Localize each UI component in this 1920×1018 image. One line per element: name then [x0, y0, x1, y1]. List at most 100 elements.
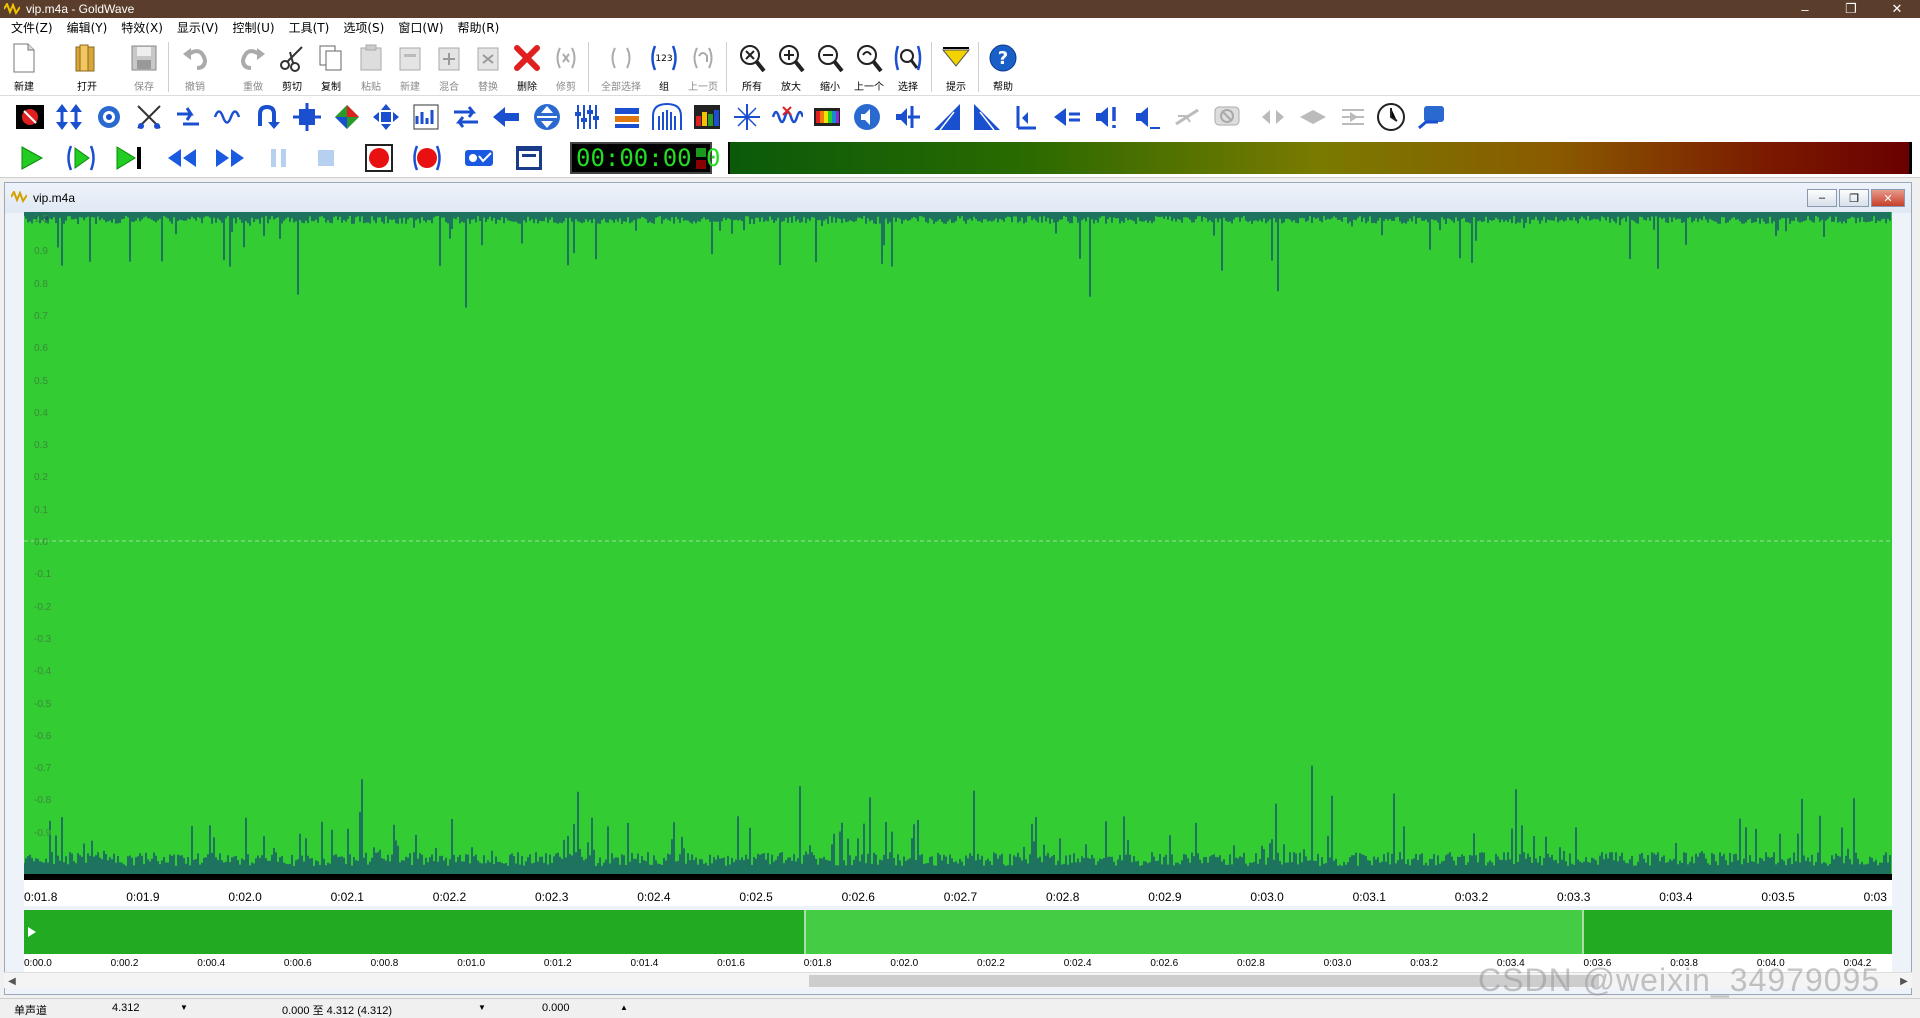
- hint-button[interactable]: 提示: [937, 42, 975, 94]
- expander-icon[interactable]: [370, 101, 402, 133]
- previous-page-button[interactable]: 上一页: [684, 42, 722, 94]
- menu-effects[interactable]: 特效(X): [114, 18, 170, 38]
- speaker-volume-icon[interactable]: [851, 101, 883, 133]
- overview-waveform[interactable]: [24, 910, 1892, 954]
- document-minimize-button[interactable]: –: [1807, 189, 1837, 207]
- doppler-wave-icon[interactable]: [212, 101, 244, 133]
- new-button[interactable]: 新建: [5, 42, 43, 94]
- cue-points-icon[interactable]: [1415, 101, 1447, 133]
- menu-view[interactable]: 显示(V): [170, 18, 226, 38]
- redo-button[interactable]: 重做: [234, 42, 272, 94]
- menu-options[interactable]: 选项(S): [336, 18, 391, 38]
- time-ruler[interactable]: 0:01.8 0:01.9 0:02.0 0:02.1 0:02.2 0:02.3 0:02…: [24, 874, 1892, 906]
- time-warp-icon[interactable]: [172, 101, 204, 133]
- clock-icon[interactable]: [1375, 101, 1407, 133]
- overview-tick-label: 0:00.4: [197, 958, 226, 969]
- cut-marker-icon[interactable]: [133, 101, 165, 133]
- volume-decrease-icon[interactable]: [1051, 101, 1083, 133]
- length-dropdown-icon[interactable]: ▼: [180, 1003, 188, 1012]
- control-properties-icon[interactable]: [512, 142, 546, 174]
- record-icon[interactable]: [362, 142, 396, 174]
- save-disk-icon: [128, 42, 160, 74]
- help-button[interactable]: ? 帮助: [984, 42, 1022, 94]
- stop-icon[interactable]: [309, 142, 343, 174]
- menu-file[interactable]: 文件(Z): [4, 18, 60, 38]
- range-dropdown-icon[interactable]: ▼: [478, 1003, 486, 1012]
- cut-button[interactable]: 剪切: [273, 42, 311, 94]
- stretch-disabled-icon[interactable]: [1297, 101, 1329, 133]
- compressor-icon[interactable]: [291, 101, 323, 133]
- playback-rate-disabled-icon[interactable]: [1337, 101, 1369, 133]
- menu-window[interactable]: 窗口(W): [391, 18, 450, 38]
- minimize-button[interactable]: –: [1782, 0, 1828, 18]
- group-button[interactable]: 123 组: [645, 42, 683, 94]
- position-up-icon[interactable]: ▲: [620, 1003, 628, 1012]
- channel-swap-icon[interactable]: [450, 101, 482, 133]
- zoom-all-button[interactable]: 所有: [733, 42, 771, 94]
- reverse-icon[interactable]: [251, 101, 283, 133]
- document-maximize-button[interactable]: ❐: [1839, 189, 1869, 207]
- overview-tick-label: 0:01.4: [630, 958, 659, 969]
- level-meter: [728, 142, 1912, 174]
- volume-updown-icon[interactable]: [53, 101, 85, 133]
- fade-in-icon[interactable]: [931, 101, 963, 133]
- waveform-display[interactable]: [24, 212, 1892, 874]
- equalizer-graph-icon[interactable]: [410, 101, 442, 133]
- select-all-button[interactable]: 全部选择: [599, 42, 643, 94]
- flanger-icon[interactable]: [331, 101, 363, 133]
- play-to-end-icon[interactable]: [112, 142, 146, 174]
- filter-disabled-icon[interactable]: [1211, 101, 1243, 133]
- zoom-previous-button[interactable]: 上一个: [850, 42, 888, 94]
- document-close-button[interactable]: ✕: [1871, 189, 1905, 207]
- volume-max-icon[interactable]: [1091, 101, 1123, 133]
- fade-out-icon[interactable]: [971, 101, 1003, 133]
- pan-icon[interactable]: [611, 101, 643, 133]
- offset-left-icon[interactable]: [490, 101, 522, 133]
- save-button[interactable]: 保存: [125, 42, 163, 94]
- play-icon[interactable]: [14, 142, 48, 174]
- paste-button[interactable]: 粘贴: [352, 42, 390, 94]
- echo-icon[interactable]: [93, 101, 125, 133]
- resample-icon[interactable]: [731, 101, 763, 133]
- undo-button[interactable]: 撤销: [176, 42, 214, 94]
- silence-marker-icon[interactable]: [1011, 101, 1043, 133]
- rewind-icon[interactable]: [165, 142, 199, 174]
- menu-tools[interactable]: 工具(T): [282, 18, 337, 38]
- scroll-right-icon[interactable]: ▶: [1896, 973, 1912, 989]
- mix-button[interactable]: 混合: [430, 42, 468, 94]
- volume-match-icon[interactable]: [1131, 101, 1163, 133]
- overview-selection[interactable]: [803, 910, 1584, 954]
- play-selection-icon[interactable]: [64, 142, 98, 174]
- scroll-left-icon[interactable]: ◀: [4, 973, 20, 989]
- fade-arches-icon[interactable]: [651, 101, 683, 133]
- pitch-disabled-icon[interactable]: [1171, 101, 1203, 133]
- scissors-icon: [276, 42, 308, 74]
- pause-icon[interactable]: [262, 142, 296, 174]
- menu-edit[interactable]: 编辑(Y): [60, 18, 115, 38]
- trim-button[interactable]: 修剪: [547, 42, 585, 94]
- zoom-select-icon: [892, 42, 924, 74]
- copy-button[interactable]: 复制: [312, 42, 350, 94]
- delete-button[interactable]: 删除: [508, 42, 546, 94]
- stop-effect-icon[interactable]: [14, 101, 46, 133]
- volume-shaper-icon[interactable]: [891, 101, 923, 133]
- paste-new-button[interactable]: 新建: [391, 42, 429, 94]
- device-controls-icon[interactable]: [462, 142, 496, 174]
- menu-help[interactable]: 帮助(R): [451, 18, 507, 38]
- noise-reduction-icon[interactable]: [771, 101, 803, 133]
- zoom-select-button[interactable]: 选择: [889, 42, 927, 94]
- spectrum-color-icon[interactable]: [811, 101, 843, 133]
- open-button[interactable]: 打开: [68, 42, 106, 94]
- invert-icon[interactable]: [531, 101, 563, 133]
- parametric-eq-icon[interactable]: [571, 101, 603, 133]
- fast-forward-icon[interactable]: [213, 142, 247, 174]
- zoom-in-button[interactable]: 放大: [772, 42, 810, 94]
- speed-disabled-icon[interactable]: [1257, 101, 1289, 133]
- maximize-button[interactable]: ❐: [1828, 0, 1874, 18]
- menu-control[interactable]: 控制(U): [225, 18, 281, 38]
- spectrum-filter-icon[interactable]: [691, 101, 723, 133]
- zoom-out-button[interactable]: 缩小: [811, 42, 849, 94]
- record-selection-icon[interactable]: [410, 142, 444, 174]
- replace-button[interactable]: 替换: [469, 42, 507, 94]
- close-button[interactable]: ✕: [1874, 0, 1920, 18]
